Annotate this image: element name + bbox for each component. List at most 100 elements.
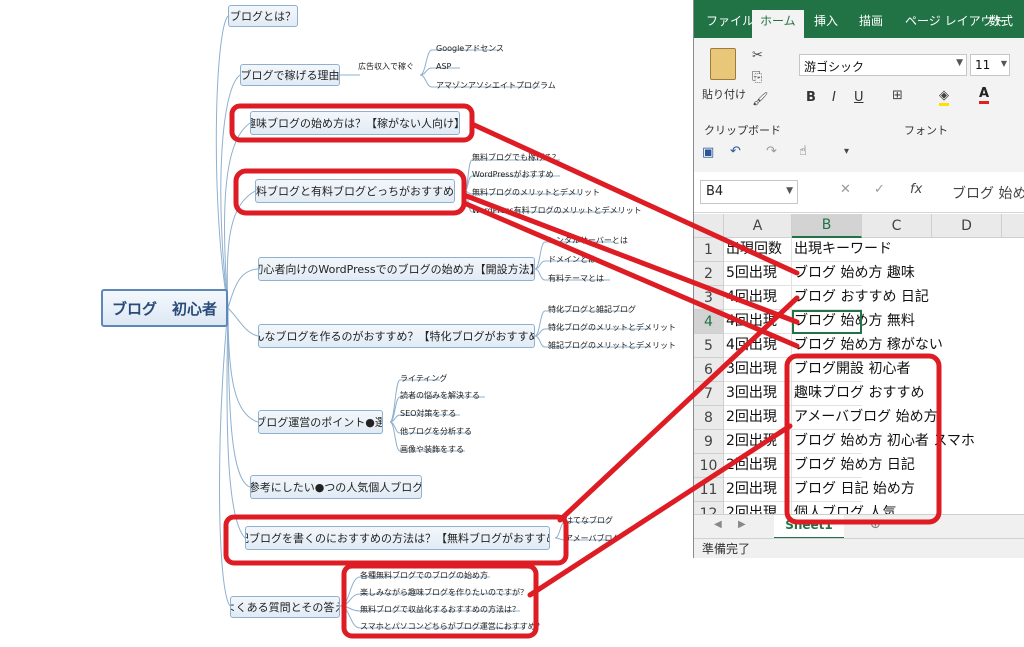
formula-input[interactable]: ブログ 始め [952, 183, 1024, 203]
insert-function-icon[interactable]: fx [910, 182, 922, 197]
leaf[interactable]: 各種無料ブログでのブログの始め方 [360, 571, 488, 581]
cell-empty[interactable] [1002, 358, 1024, 382]
paste-button[interactable]: 貼り付け [702, 86, 746, 102]
leaf[interactable]: 無料ブログのメリットとデメリット [472, 188, 600, 198]
customize-qat-icon[interactable]: ▾ [844, 146, 849, 157]
cell-b[interactable]: アメーバブログ 始め方 [792, 406, 938, 430]
font-size-select[interactable]: 11 ▼ [970, 54, 1010, 76]
column-header-c[interactable]: C [862, 214, 932, 238]
chevron-left-icon[interactable]: ◀ [714, 519, 722, 530]
row-header[interactable]: 9 [694, 430, 724, 454]
leaf[interactable]: レンタルサーバーとは [548, 236, 628, 246]
cell-empty[interactable] [1002, 262, 1024, 286]
column-header-e[interactable] [1002, 214, 1024, 238]
italic-button[interactable]: I [832, 90, 836, 105]
leaf[interactable]: スマホとパソコンどちらがブログ運営におすすめ？ [360, 622, 544, 632]
row-header[interactable]: 6 [694, 358, 724, 382]
branch-diary-blog[interactable]: 日記ブログを書くのにおすすめの方法は？【無料ブログがおすすめ】 [245, 526, 550, 550]
cell-b[interactable]: ブログ 始め方 初心者 スマホ [792, 430, 975, 454]
leaf[interactable]: 読者の悩みを解決する [400, 391, 480, 401]
copy-icon[interactable]: ⎘ [752, 70, 762, 85]
leaf[interactable]: 特化ブログと雑記ブログ [548, 305, 636, 315]
leaf[interactable]: 特化ブログのメリットとデメリット [548, 323, 676, 333]
branch-what-is-blog[interactable]: ブログとは？ [228, 5, 298, 27]
cell-a[interactable]: 3回出現 [724, 358, 792, 382]
cell-b[interactable]: ブログ 始め方 無料 [792, 310, 915, 334]
chevron-right-icon[interactable]: ▶ [738, 519, 746, 530]
tab-file[interactable]: ファイル [706, 12, 754, 29]
leaf[interactable]: 楽しみながら趣味ブログを作りたいのですが？ [360, 588, 528, 598]
cell-a[interactable]: 2回出現 [724, 406, 792, 430]
column-header-a[interactable]: A [724, 214, 792, 238]
cell-a[interactable]: 4回出現 [724, 310, 792, 334]
cell-b[interactable]: 趣味ブログ おすすめ [792, 382, 924, 406]
row-header[interactable]: 1 [694, 238, 724, 262]
column-header-b[interactable]: B [792, 214, 862, 238]
branch-why-earn[interactable]: ブログで稼げる理由 [240, 64, 340, 86]
cell-empty[interactable] [932, 310, 1002, 334]
fill-color-icon[interactable]: ◈ [939, 88, 949, 106]
save-icon[interactable]: ▣ [702, 145, 714, 160]
cell-b[interactable]: ブログ 日記 始め方 [792, 478, 915, 502]
leaf[interactable]: ドメインとは [548, 255, 596, 265]
leaf[interactable]: はてなブログ [565, 516, 613, 526]
row-header[interactable]: 7 [694, 382, 724, 406]
name-box[interactable]: B4 ▼ [700, 180, 798, 204]
leaf[interactable]: WordPress有料ブログのメリットとデメリット [472, 206, 642, 216]
cell-empty[interactable] [932, 358, 1002, 382]
cell-a[interactable]: 2回出現 [724, 430, 792, 454]
leaf[interactable]: ライティング [400, 374, 447, 384]
leaf[interactable]: 無料ブログで収益化するおすすめの方法は？ [360, 605, 520, 615]
cell-a[interactable]: 出現回数 [724, 238, 792, 262]
row-header[interactable]: 3 [694, 286, 724, 310]
cancel-icon[interactable]: ✕ [840, 182, 851, 197]
row-header[interactable]: 8 [694, 406, 724, 430]
leaf-adsense[interactable]: Googleアドセンス [436, 44, 504, 54]
leaf-asp[interactable]: ASP [436, 62, 451, 72]
cell-empty[interactable] [1002, 478, 1024, 502]
cell-empty[interactable] [1002, 286, 1024, 310]
branch-free-vs-paid[interactable]: 無料ブログと有料ブログどっちがおすすめ？ [255, 179, 455, 203]
cell-a[interactable]: 2回出現 [724, 478, 792, 502]
chevron-down-icon[interactable]: ▼ [1001, 59, 1007, 68]
cell-empty[interactable] [932, 238, 1002, 262]
tab-insert[interactable]: 挿入 [814, 12, 838, 29]
cell-a[interactable]: 3回出現 [724, 382, 792, 406]
cell-empty[interactable] [1002, 382, 1024, 406]
add-sheet-icon[interactable]: ⊕ [870, 517, 881, 532]
cell-b[interactable]: ブログ開設 初心者 [792, 358, 910, 382]
cell-empty[interactable] [932, 382, 1002, 406]
cell-empty[interactable] [1002, 454, 1024, 478]
paste-icon[interactable] [710, 48, 736, 80]
leaf-amazon[interactable]: アマゾンアソシエイトプログラム [436, 81, 556, 91]
leaf[interactable]: 無料ブログでも稼げる？ [472, 153, 560, 163]
tab-home[interactable]: ホーム [752, 10, 804, 38]
cell-empty[interactable] [932, 262, 1002, 286]
row-header[interactable]: 2 [694, 262, 724, 286]
worksheet-grid[interactable]: A B C D 1 出現回数 出現キーワード 2 5回出現 ブログ 始め方 趣味 3 4回出現… [694, 214, 1024, 526]
row-header[interactable]: 4 [694, 310, 724, 334]
cell-empty[interactable] [1002, 238, 1024, 262]
leaf[interactable]: SEO対策をする [400, 409, 456, 419]
cell-b[interactable]: ブログ 始め方 稼がない [792, 334, 943, 358]
cell-a[interactable]: 4回出現 [724, 286, 792, 310]
cell-empty[interactable] [1002, 406, 1024, 430]
cell-a[interactable]: 5回出現 [724, 262, 792, 286]
cell-empty[interactable] [932, 406, 1002, 430]
cell-empty[interactable] [1002, 310, 1024, 334]
font-name-select[interactable]: 游ゴシック ▼ [799, 54, 967, 76]
column-header-d[interactable]: D [932, 214, 1002, 238]
branch-faq[interactable]: よくある質問とその答え [230, 596, 340, 618]
cell-b[interactable]: ブログ 始め方 日記 [792, 454, 915, 478]
row-header[interactable]: 10 [694, 454, 724, 478]
leaf[interactable]: 他ブログを分析する [400, 427, 472, 437]
cell-empty[interactable] [932, 454, 1002, 478]
borders-icon[interactable]: ⊞ [892, 88, 903, 103]
chevron-down-icon[interactable]: ▼ [956, 58, 963, 68]
redo-icon[interactable]: ↷ [766, 144, 777, 159]
cell-empty[interactable] [932, 478, 1002, 502]
leaf[interactable]: 画像や装飾をする [400, 445, 464, 455]
font-color-icon[interactable]: A [979, 86, 990, 104]
cell-b[interactable]: ブログ 始め方 趣味 [792, 262, 915, 286]
cell-a[interactable]: 4回出現 [724, 334, 792, 358]
